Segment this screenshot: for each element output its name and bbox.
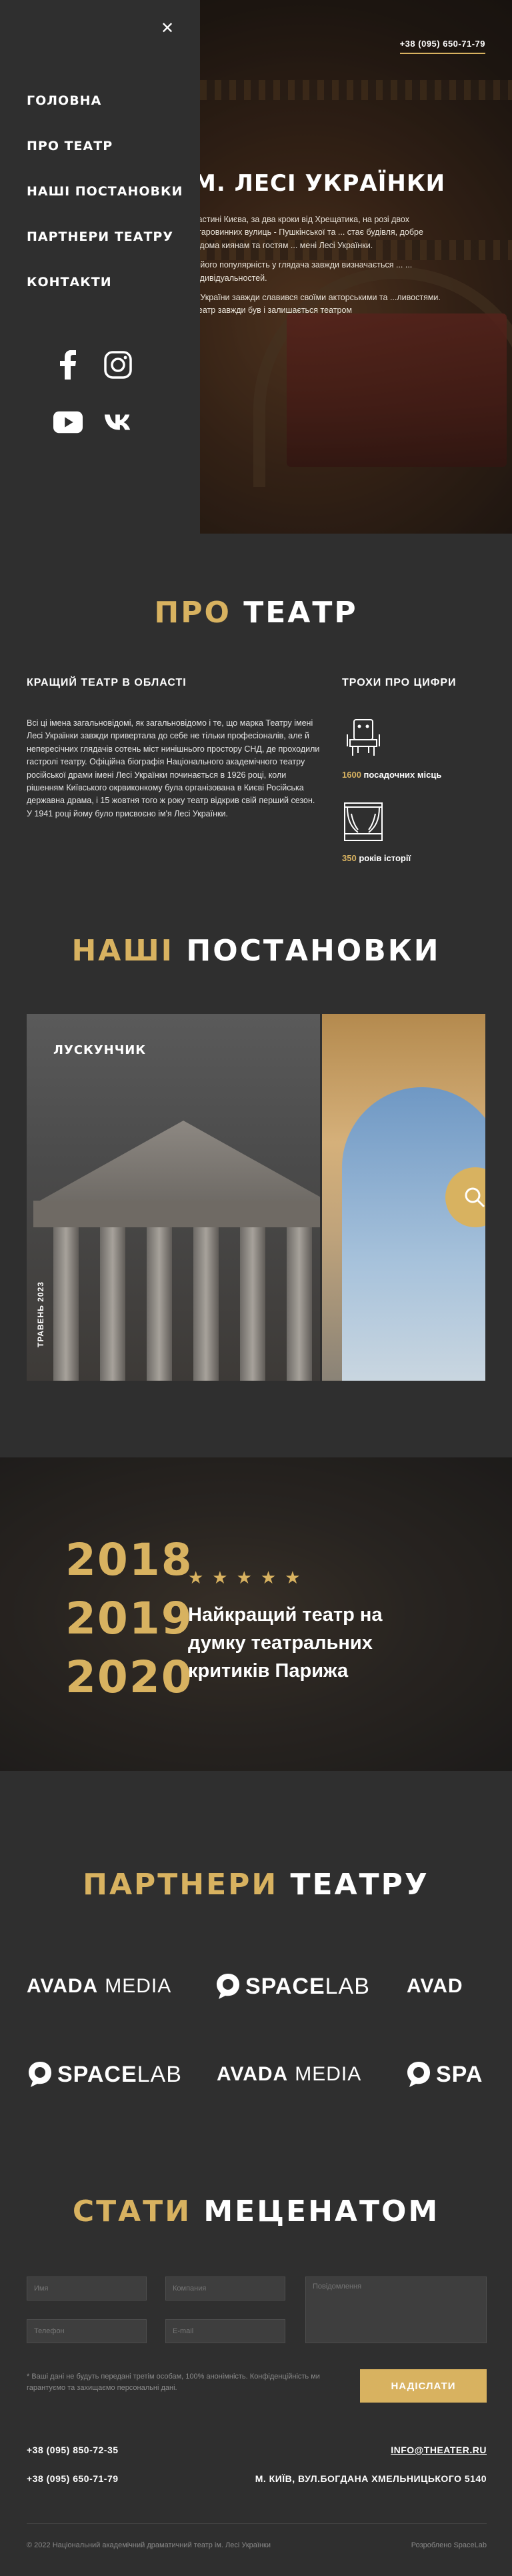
privacy-note: * Ваші дані не будуть передані третім ос… (27, 2373, 320, 2393)
award-year: 2020 (65, 1652, 193, 1703)
title-accent: СТАТИ (72, 2194, 192, 2228)
phone-field[interactable] (27, 2319, 147, 2343)
award-years: 2018 2019 2020 (65, 1531, 193, 1707)
stat-label: 1600 посадочних місць (342, 770, 495, 780)
vk-icon[interactable] (103, 408, 133, 437)
header-phone-link[interactable]: +38 (095) 650-71-79 (399, 39, 485, 54)
menu-item-partners[interactable]: ПАРТНЕРИ ТЕАТРУ (27, 229, 183, 275)
star-rating: ★★★★★ (188, 1567, 309, 1587)
menu-item-shows[interactable]: НАШІ ПОСТАНОВКИ (27, 184, 183, 229)
about-text: Всі ці імена загальновідомі, як загально… (27, 718, 320, 818)
award-section: 2018 2019 2020 ★★★★★ Найкращий театр на … (0, 1457, 512, 1771)
award-year: 2018 (65, 1534, 193, 1585)
theater-seat-icon (347, 719, 380, 756)
title-accent: ПАРТНЕРИ (83, 1868, 279, 1902)
show-image-building (33, 1201, 320, 1227)
menu-item-home[interactable]: ГОЛОВНА (27, 93, 183, 139)
spacelab-logo-icon (217, 1974, 239, 1999)
hero-text: частині Києва, за два кроки від Хрещатик… (193, 213, 447, 324)
footer-email-link[interactable]: INFO@THEATER.RU (391, 2445, 487, 2455)
stat-number: 350 (342, 853, 357, 863)
hero-paragraph: частині Києва, за два кроки від Хрещатик… (193, 215, 423, 250)
facebook-icon[interactable] (53, 350, 83, 380)
stat-history: 350 років історії (342, 800, 495, 863)
search-icon (465, 1187, 485, 1208)
footer-phone-1[interactable]: +38 (095) 850-72-35 (27, 2445, 119, 2455)
spacelab-logo-icon (407, 2062, 430, 2087)
partner-logo-spacelab[interactable]: SPACE LAB (215, 1963, 370, 2010)
partner-logo-avada[interactable]: AVADA MEDIA (27, 1963, 171, 2010)
hero-paragraph: ...його популярність у глядача завжди ви… (193, 260, 413, 283)
partners-row: AVADA MEDIA SPACE LAB AVAD (0, 1963, 512, 2010)
menu-item-contacts[interactable]: КОНТАКТИ (27, 275, 183, 320)
show-image-arch (342, 1087, 485, 1381)
footer-made-by-link[interactable]: Розроблено SpaceLab (411, 2541, 487, 2549)
show-card-featured[interactable]: ЛУСКУНЧИК ТРАВЕНЬ 2023 (27, 1014, 320, 1381)
partner-logo-avada[interactable]: AVADA MEDIA (217, 2051, 361, 2098)
instagram-icon[interactable] (103, 350, 133, 380)
footer-phone-2[interactable]: +38 (095) 650-71-79 (27, 2473, 119, 2484)
stats-title: ТРОХИ ПРО ЦИФРИ (342, 677, 457, 688)
show-title: ЛУСКУНЧИК (53, 1043, 147, 1057)
close-menu-button[interactable]: ✕ (160, 19, 175, 37)
hero-title: М. ЛЕСІ УКРАЇНКИ (193, 170, 446, 197)
partner-logo-spacelab[interactable]: SPA (405, 2051, 483, 2098)
stat-seats: 1600 посадочних місць (342, 717, 495, 780)
about-subtitle: КРАЩИЙ ТЕАТР В ОБЛАСТІ (27, 677, 187, 688)
stat-caption: посадочних місць (363, 770, 442, 780)
title-rest: ТЕАТРУ (290, 1868, 429, 1902)
footer-copyright: © 2022 Національний академічний драматич… (27, 2541, 271, 2549)
footer-divider (27, 2523, 487, 2524)
about-section-title: ПРО ТЕАТР (0, 596, 512, 630)
partner-logo-spacelab[interactable]: SPACE LAB (27, 2051, 182, 2098)
show-date: ТРАВЕНЬ 2023 (36, 1281, 45, 1347)
title-accent: ПРО (154, 596, 231, 630)
name-field[interactable] (27, 2277, 147, 2301)
partners-row: SPACE LAB AVADA MEDIA SPA (0, 2051, 512, 2098)
side-menu: ✕ ГОЛОВНА ПРО ТЕАТР НАШІ ПОСТАНОВКИ ПАРТ… (0, 0, 200, 534)
submit-button[interactable]: НАДІСЛАТИ (360, 2369, 487, 2403)
menu-list: ГОЛОВНА ПРО ТЕАТР НАШІ ПОСТАНОВКИ ПАРТНЕ… (27, 93, 183, 320)
show-card-next[interactable] (322, 1014, 485, 1381)
company-field[interactable] (165, 2277, 285, 2301)
stat-label: 350 років історії (342, 853, 495, 863)
stat-number: 1600 (342, 770, 361, 780)
hero-paragraph: ...України завжди славився своїми акторс… (193, 292, 441, 315)
shows-slider: ЛУСКУНЧИК ТРАВЕНЬ 2023 (27, 1014, 485, 1381)
title-rest: МЕЦЕНАТОМ (203, 2194, 440, 2228)
title-rest: ПОСТАНОВКИ (186, 934, 441, 968)
patrons-section-title: СТАТИ МЕЦЕНАТОМ (0, 2194, 512, 2228)
title-accent: НАШІ (71, 934, 175, 968)
stat-caption: років історії (359, 853, 411, 863)
youtube-icon[interactable] (53, 408, 83, 437)
stage-curtain-icon (344, 802, 383, 841)
message-field[interactable] (305, 2277, 487, 2343)
partner-logo-avada[interactable]: AVAD (407, 1963, 463, 2010)
email-field[interactable] (165, 2319, 285, 2343)
show-image-building (40, 1121, 320, 1201)
spacelab-logo-icon (29, 2062, 51, 2087)
footer-address: М. КИЇВ, ВУЛ.БОГДАНА ХМЕЛЬНИЦЬКОГО 5140 (255, 2473, 487, 2484)
award-text: Найкращий театр на думку театральних кри… (188, 1604, 383, 1682)
title-rest: ТЕАТР (243, 596, 358, 630)
menu-item-about[interactable]: ПРО ТЕАТР (27, 139, 183, 184)
shows-section-title: НАШІ ПОСТАНОВКИ (0, 934, 512, 968)
close-icon: ✕ (160, 19, 175, 37)
partners-section-title: ПАРТНЕРИ ТЕАТРУ (0, 1868, 512, 1902)
award-year: 2019 (65, 1593, 193, 1644)
social-links (53, 350, 153, 437)
